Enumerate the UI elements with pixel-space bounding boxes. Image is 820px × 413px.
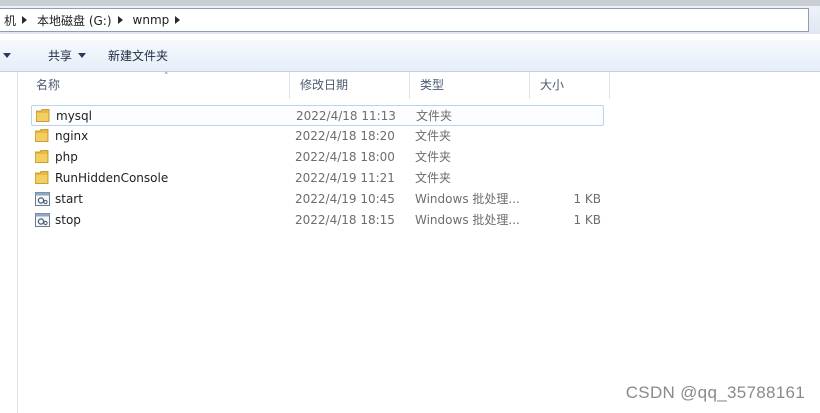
breadcrumb-label: 机 xyxy=(4,13,17,28)
file-row[interactable]: nginx 2022/4/18 18:20 文件夹 xyxy=(31,126,604,147)
command-toolbar: 共享 新建文件夹 xyxy=(0,40,820,72)
column-header-label: 名称 xyxy=(36,78,61,92)
file-type: Windows 批处理... xyxy=(415,213,520,227)
file-size: 1 KB xyxy=(573,192,601,206)
file-row[interactable]: php 2022/4/18 18:00 文件夹 xyxy=(31,147,604,168)
file-date: 2022/4/18 18:20 xyxy=(295,129,395,143)
file-type: 文件夹 xyxy=(415,129,452,143)
breadcrumb-arrow-icon[interactable] xyxy=(117,16,123,24)
column-header-row: 名称 ˄ 修改日期 类型 大小 xyxy=(18,72,820,99)
new-folder-label: 新建文件夹 xyxy=(108,49,169,63)
file-name: RunHiddenConsole xyxy=(55,171,169,185)
breadcrumb[interactable]: 机 本地磁盘 (G:) wnmp xyxy=(0,8,809,32)
column-header-label: 大小 xyxy=(540,78,565,92)
file-date: 2022/4/18 18:00 xyxy=(295,150,395,164)
file-date: 2022/4/18 11:13 xyxy=(296,109,396,123)
folder-icon xyxy=(35,126,51,147)
file-size: 1 KB xyxy=(573,213,601,227)
address-bar: 机 本地磁盘 (G:) wnmp xyxy=(0,6,820,34)
chevron-down-icon xyxy=(78,53,87,58)
file-date: 2022/4/19 11:21 xyxy=(295,171,395,185)
breadcrumb-label: 本地磁盘 (G:) xyxy=(37,13,112,28)
breadcrumb-item-drive[interactable]: 本地磁盘 (G:) xyxy=(33,9,116,31)
file-type: 文件夹 xyxy=(415,150,452,164)
navigation-pane[interactable] xyxy=(0,72,18,413)
folder-icon xyxy=(35,147,51,168)
batch-file-icon xyxy=(35,189,51,210)
file-row[interactable]: start 2022/4/19 10:45 Windows 批处理... 1 K… xyxy=(31,189,604,210)
file-type: 文件夹 xyxy=(416,109,453,123)
breadcrumb-label: wnmp xyxy=(132,13,170,27)
file-name: stop xyxy=(55,213,81,227)
column-header-size[interactable]: 大小 xyxy=(530,72,610,99)
folder-icon xyxy=(36,106,52,127)
file-type: 文件夹 xyxy=(415,171,452,185)
new-folder-button[interactable]: 新建文件夹 xyxy=(100,44,176,68)
file-size xyxy=(525,126,601,147)
breadcrumb-item-computer[interactable]: 机 xyxy=(0,9,20,31)
share-button[interactable]: 共享 xyxy=(40,44,94,68)
file-size xyxy=(525,147,601,168)
file-name: nginx xyxy=(55,129,89,143)
column-header-type[interactable]: 类型 xyxy=(410,72,530,99)
column-header-label: 类型 xyxy=(420,78,445,92)
sort-ascending-icon: ˄ xyxy=(164,72,169,82)
file-name: php xyxy=(55,150,78,164)
breadcrumb-arrow-icon[interactable] xyxy=(22,16,28,24)
share-label: 共享 xyxy=(48,49,73,63)
organize-button[interactable] xyxy=(0,44,14,68)
file-name: mysql xyxy=(56,109,92,123)
file-date: 2022/4/18 18:15 xyxy=(295,213,395,227)
file-row[interactable]: mysql 2022/4/18 11:13 文件夹 xyxy=(31,105,604,126)
folder-icon xyxy=(35,168,51,189)
breadcrumb-arrow-icon[interactable] xyxy=(175,16,181,24)
watermark-text: CSDN @qq_35788161 xyxy=(625,383,805,402)
column-header-name[interactable]: 名称 ˄ xyxy=(26,72,290,99)
breadcrumb-item-folder[interactable]: wnmp xyxy=(129,9,174,31)
file-size xyxy=(525,168,601,189)
file-row[interactable]: RunHiddenConsole 2022/4/19 11:21 文件夹 xyxy=(31,168,604,189)
column-header-date[interactable]: 修改日期 xyxy=(290,72,410,99)
file-type: Windows 批处理... xyxy=(415,192,520,206)
column-header-label: 修改日期 xyxy=(300,78,349,92)
file-size xyxy=(526,106,602,127)
file-row[interactable]: stop 2022/4/18 18:15 Windows 批处理... 1 KB xyxy=(31,210,604,231)
chevron-down-icon xyxy=(3,53,11,58)
file-name: start xyxy=(55,192,83,206)
batch-file-icon xyxy=(35,210,51,231)
file-date: 2022/4/19 10:45 xyxy=(295,192,395,206)
